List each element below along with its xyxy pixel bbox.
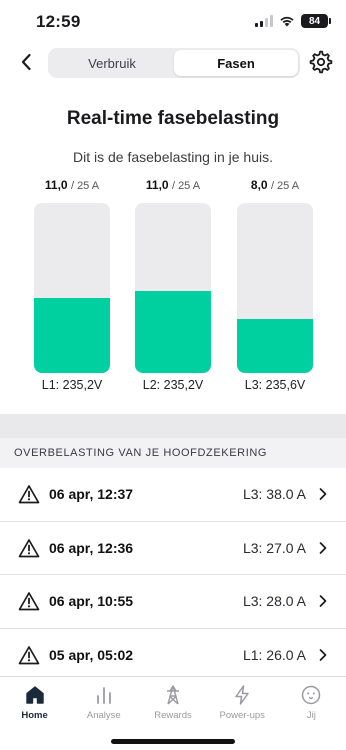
top-nav: Verbruik Fasen xyxy=(0,44,346,82)
face-icon xyxy=(302,685,321,705)
overload-event-row[interactable]: 06 apr, 12:37 L3: 38.0 A xyxy=(0,468,346,522)
event-date: 06 apr, 10:55 xyxy=(49,593,134,610)
status-time: 12:59 xyxy=(36,12,81,31)
tab-jij[interactable]: Jij xyxy=(277,677,346,750)
warning-icon xyxy=(18,592,40,611)
chevron-right-icon xyxy=(319,648,327,661)
event-date: 05 apr, 05:02 xyxy=(49,646,134,663)
home-indicator xyxy=(111,739,235,744)
segment-fasen[interactable]: Fasen xyxy=(174,50,298,76)
phase-current-value: 11,0 xyxy=(145,178,169,192)
overload-event-list: 06 apr, 12:37 L3: 38.0 A 06 apr, 12:36 L… xyxy=(0,468,346,682)
home-icon xyxy=(25,686,44,704)
overload-event-row[interactable]: 06 apr, 12:36 L3: 27.0 A xyxy=(0,522,346,575)
back-button[interactable] xyxy=(14,50,38,74)
wifi-icon xyxy=(280,16,294,27)
tab-label: Analyse xyxy=(86,710,121,721)
event-value: L3: 27.0 A xyxy=(242,539,306,556)
event-value: L3: 38.0 A xyxy=(242,486,306,503)
status-bar: 12:59 84 xyxy=(0,0,346,44)
bolt-icon xyxy=(235,685,249,705)
pylon-icon xyxy=(167,685,179,705)
event-date: 06 apr, 12:36 xyxy=(49,539,134,556)
phase-current-value: 8,0 xyxy=(250,178,268,192)
phase-voltage: L3: 235,6V xyxy=(244,378,306,392)
chevron-right-icon xyxy=(319,488,327,501)
page-title: Real-time fasebelasting xyxy=(66,108,280,129)
view-switcher: Verbruik Fasen xyxy=(48,48,300,78)
event-value: L1: 26.0 A xyxy=(242,646,306,663)
event-date: 06 apr, 12:37 xyxy=(49,486,134,503)
tab-label: Power-ups xyxy=(219,710,265,721)
phase-l2: 11,0 / 25 A L2: 235,2V xyxy=(135,178,211,392)
overload-section-header: OVERBELASTING VAN JE HOOFDZEKERING xyxy=(0,438,346,468)
battery-level: 84 xyxy=(308,15,321,27)
overload-event-row[interactable]: 05 apr, 05:02 L1: 26.0 A xyxy=(0,629,346,682)
chevron-left-icon xyxy=(21,53,31,71)
signal-icon xyxy=(255,15,273,27)
warning-icon xyxy=(18,645,40,665)
chevron-right-icon xyxy=(319,595,327,608)
phase-voltage: L2: 235,2V xyxy=(142,378,204,392)
analyse-icon xyxy=(96,687,111,704)
phase-l3: 8,0 / 25 A L3: 235,6V xyxy=(237,178,313,392)
segment-verbruik[interactable]: Verbruik xyxy=(50,50,174,76)
phase-current: 11,0 / 25 A xyxy=(34,178,110,196)
phase-bar-fill xyxy=(135,291,211,373)
phase-max-value: / 25 A xyxy=(171,180,201,192)
section-divider xyxy=(0,414,346,438)
gear-icon xyxy=(309,50,333,74)
tab-label: Rewards xyxy=(154,710,192,721)
tab-home[interactable]: Home xyxy=(0,677,69,750)
settings-button[interactable] xyxy=(308,49,334,75)
phase-bar-track xyxy=(135,203,211,373)
tab-label: Jij xyxy=(306,710,316,721)
overload-event-row[interactable]: 06 apr, 10:55 L3: 28.0 A xyxy=(0,575,346,629)
phase-bar-track xyxy=(34,203,110,373)
phase-max-value: / 25 A xyxy=(270,180,300,192)
phase-l1: 11,0 / 25 A L1: 235,2V xyxy=(34,178,110,392)
phase-bar-fill xyxy=(34,298,110,373)
phase-voltage: L1: 235,2V xyxy=(41,378,103,392)
phase-bar-fill xyxy=(237,318,313,373)
status-icons: 84 xyxy=(255,14,331,28)
phase-current: 8,0 / 25 A xyxy=(237,178,313,196)
warning-icon xyxy=(18,538,40,558)
phase-bar-track xyxy=(237,203,313,373)
phase-current-value: 11,0 xyxy=(44,178,68,192)
warning-icon xyxy=(18,485,40,504)
phase-max-value: / 25 A xyxy=(70,180,100,192)
event-value: L3: 28.0 A xyxy=(242,593,306,610)
page-subtitle: Dit is de fasebelasting in je huis. xyxy=(73,149,273,165)
phase-current: 11,0 / 25 A xyxy=(135,178,211,196)
tab-label: Home xyxy=(21,710,48,721)
chevron-right-icon xyxy=(319,541,327,554)
battery-icon: 84 xyxy=(301,14,331,28)
